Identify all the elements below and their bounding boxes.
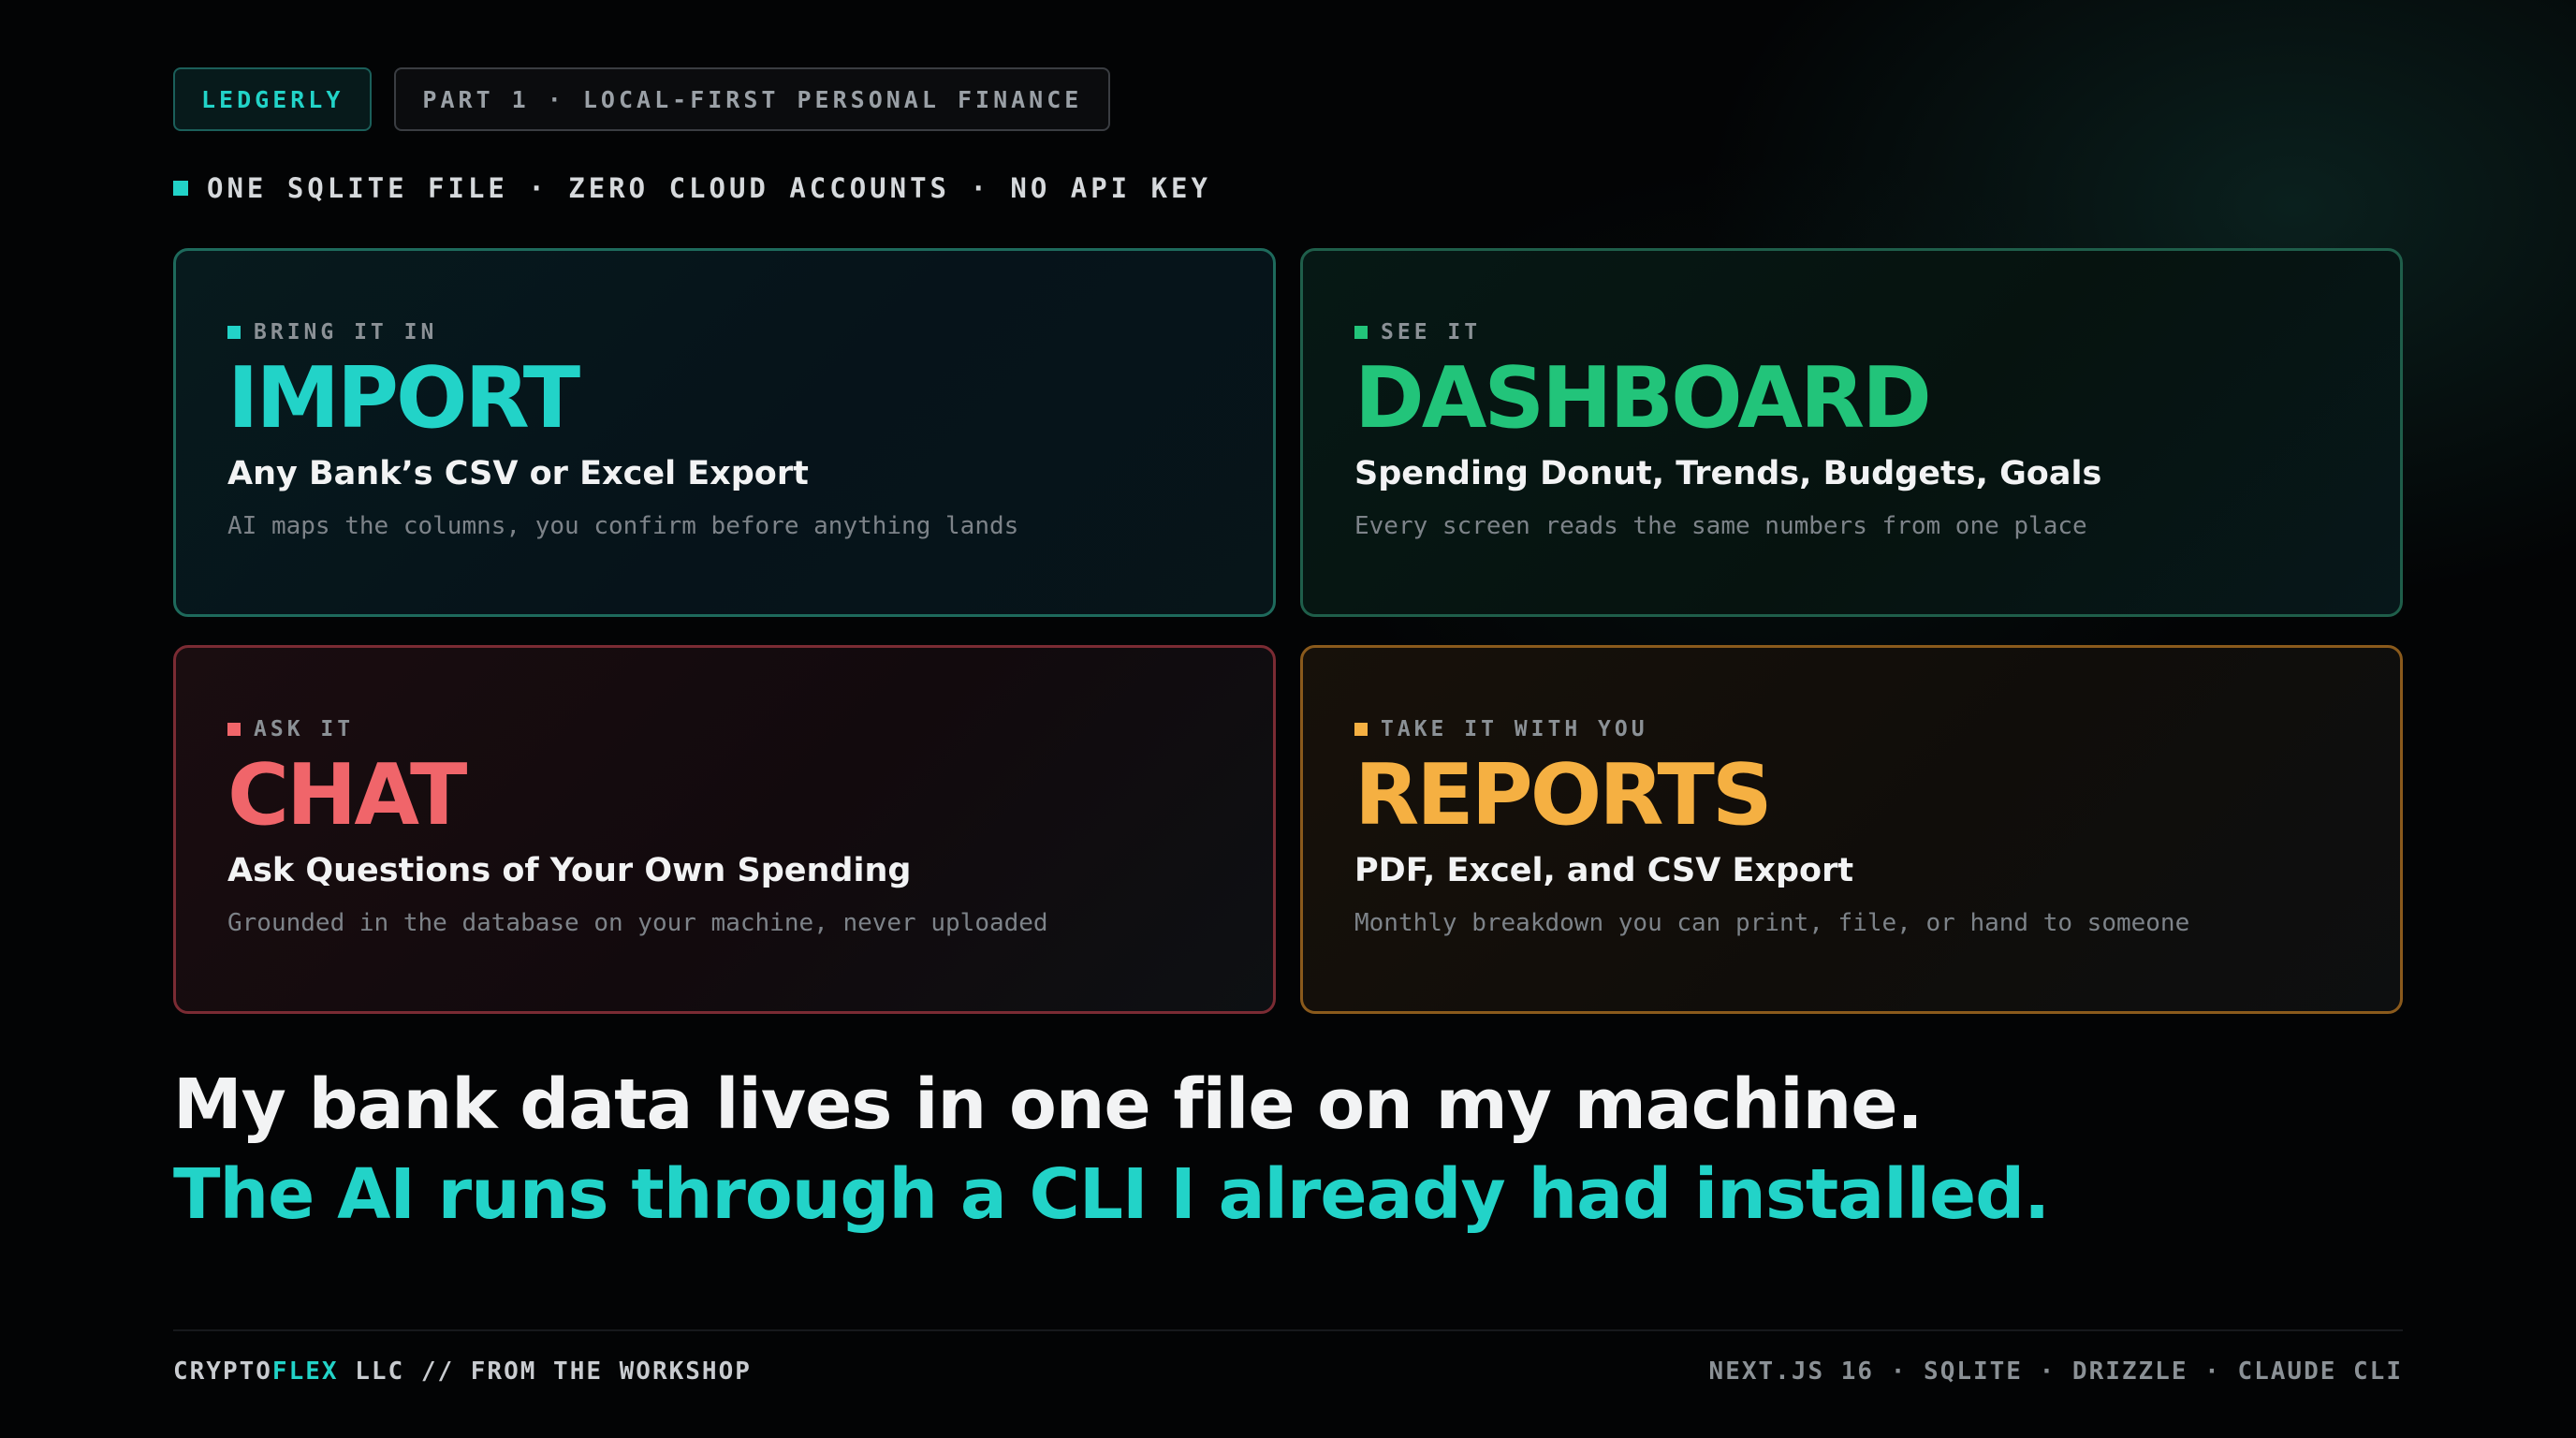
card-eyebrow: TAKE IT WITH YOU: [1354, 715, 2400, 743]
tagline: ONE SQLITE FILE · ZERO CLOUD ACCOUNTS · …: [173, 172, 1211, 204]
card-description: Monthly breakdown you can print, file, o…: [1354, 909, 2190, 937]
red-square-icon: [227, 723, 241, 736]
card-description: Every screen reads the same numbers from…: [1354, 512, 2087, 540]
card-subtitle: PDF, Excel, and CSV Export: [1354, 852, 1854, 889]
card-title: REPORTS: [1354, 746, 1773, 844]
teal-square-icon: [173, 181, 188, 196]
card-subtitle: Any Bank’s CSV or Excel Export: [227, 455, 809, 492]
footer-credit-suffix: LLC // FROM THE WORKSHOP: [338, 1357, 752, 1386]
header-pills: LEDGERLY PART 1 · LOCAL-FIRST PERSONAL F…: [173, 67, 1111, 131]
footer-credit: CRYPTOFLEX LLC // FROM THE WORKSHOP: [173, 1357, 752, 1386]
card-title: IMPORT: [227, 349, 580, 448]
footer-credit-prefix: CRYPTO: [173, 1357, 272, 1386]
headline: My bank data lives in one file on my mac…: [173, 1060, 2050, 1240]
brand-pill: LEDGERLY: [173, 67, 373, 131]
footer-divider: [173, 1329, 2403, 1331]
card-eyebrow: BRING IT IN: [227, 318, 1273, 346]
headline-line-2: The AI runs through a CLI I already had …: [173, 1154, 2050, 1235]
card-dashboard: SEE IT DASHBOARD Spending Donut, Trends,…: [1300, 248, 2403, 617]
tagline-text: ONE SQLITE FILE · ZERO CLOUD ACCOUNTS · …: [207, 172, 1211, 204]
card-subtitle: Spending Donut, Trends, Budgets, Goals: [1354, 455, 2102, 492]
card-title: DASHBOARD: [1354, 349, 1932, 448]
card-eyebrow: SEE IT: [1354, 318, 2400, 346]
green-square-icon: [1354, 326, 1368, 339]
part-pill: PART 1 · LOCAL-FIRST PERSONAL FINANCE: [394, 67, 1111, 131]
card-eyebrow-text: BRING IT IN: [254, 320, 438, 345]
card-description: Grounded in the database on your machine…: [227, 909, 1048, 937]
footer-stack: NEXT.JS 16 · SQLITE · DRIZZLE · CLAUDE C…: [1708, 1357, 2403, 1386]
feature-cards: BRING IT IN IMPORT Any Bank’s CSV or Exc…: [173, 248, 2403, 1014]
footer-credit-accent: FLEX: [271, 1357, 339, 1386]
card-eyebrow-text: SEE IT: [1381, 320, 1482, 345]
card-reports: TAKE IT WITH YOU REPORTS PDF, Excel, and…: [1300, 645, 2403, 1014]
card-eyebrow-text: TAKE IT WITH YOU: [1381, 717, 1648, 741]
card-subtitle: Ask Questions of Your Own Spending: [227, 852, 912, 889]
card-chat: ASK IT CHAT Ask Questions of Your Own Sp…: [173, 645, 1276, 1014]
card-eyebrow-text: ASK IT: [254, 717, 355, 741]
headline-line-1: My bank data lives in one file on my mac…: [173, 1064, 1924, 1145]
card-import: BRING IT IN IMPORT Any Bank’s CSV or Exc…: [173, 248, 1276, 617]
amber-square-icon: [1354, 723, 1368, 736]
card-eyebrow: ASK IT: [227, 715, 1273, 743]
footer: CRYPTOFLEX LLC // FROM THE WORKSHOP NEXT…: [173, 1357, 2403, 1386]
teal-square-icon: [227, 326, 241, 339]
card-title: CHAT: [227, 746, 467, 844]
slide: LEDGERLY PART 1 · LOCAL-FIRST PERSONAL F…: [173, 0, 2403, 1438]
card-description: AI maps the columns, you confirm before …: [227, 512, 1019, 540]
